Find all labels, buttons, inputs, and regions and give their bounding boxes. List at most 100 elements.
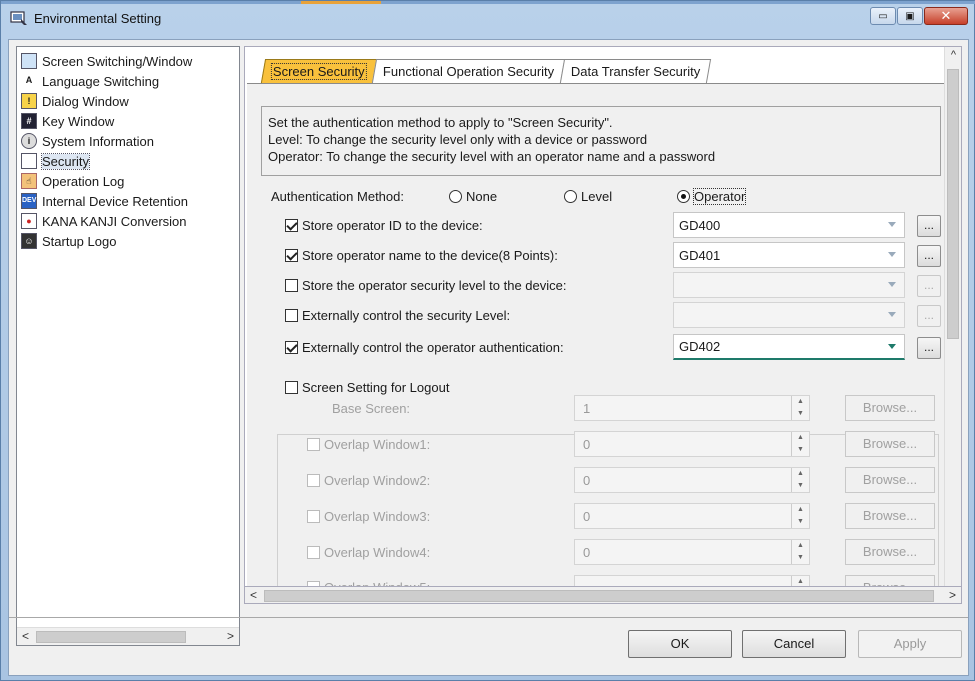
radio-none[interactable]: None (449, 189, 497, 204)
chevron-down-icon (888, 252, 896, 257)
store-operator-id-checkbox[interactable]: Store operator ID to the device: (285, 218, 483, 233)
close-button[interactable]: ✕ (924, 7, 968, 25)
spin-up-icon[interactable]: ▲ (791, 540, 809, 552)
radio-operator[interactable]: Operator (677, 188, 747, 205)
chevron-down-icon (888, 344, 896, 349)
chevron-down-icon (888, 222, 896, 227)
store-security-level-checkbox[interactable]: Store the operator security level to the… (285, 278, 566, 293)
operator-name-browse-button[interactable]: ... (917, 245, 941, 267)
title-bar[interactable]: Environmental Setting ▭ ▣ ✕ (1, 5, 975, 33)
button-separator (9, 617, 968, 618)
spin-up-icon[interactable]: ▲ (791, 396, 809, 408)
overlap-window2-spinner[interactable]: 0 ▲ ▼ (574, 467, 810, 493)
auth-method-label: Authentication Method: (271, 189, 404, 204)
panel-scroll-thumb[interactable] (947, 69, 959, 339)
tree-scroll-thumb[interactable] (36, 631, 186, 643)
maximize-button[interactable]: ▣ (897, 7, 923, 25)
spin-down-icon[interactable]: ▼ (791, 444, 809, 456)
spin-up-icon[interactable]: ▲ (791, 504, 809, 516)
settings-panel: Screen Security Functional Operation Sec… (244, 46, 962, 602)
tree-item-language-switching[interactable]: A Language Switching (21, 71, 159, 91)
operator-auth-device-combo[interactable]: GD402 (673, 334, 905, 360)
panel-vertical-scrollbar[interactable]: ^ v (944, 47, 961, 601)
tree-item-startup-logo[interactable]: ☺ Startup Logo (21, 231, 116, 251)
spin-up-icon[interactable]: ▲ (791, 468, 809, 480)
logout-screen-checkbox[interactable]: Screen Setting for Logout (285, 380, 454, 395)
tree-item-system-information[interactable]: i System Information (21, 131, 154, 151)
overlap-window2-checkbox[interactable]: Overlap Window2: (307, 473, 430, 488)
overlap-window1-checkbox[interactable]: Overlap Window1: (307, 437, 430, 452)
scroll-up-icon[interactable]: ^ (945, 47, 961, 64)
tree-item-dialog-window[interactable]: ! Dialog Window (21, 91, 129, 111)
spin-down-icon[interactable]: ▼ (791, 408, 809, 420)
gear-info-icon: i (21, 133, 37, 149)
external-security-level-checkbox[interactable]: Externally control the security Level: (285, 308, 510, 323)
operator-id-browse-button[interactable]: ... (917, 215, 941, 237)
keypad-icon: # (21, 113, 37, 129)
tree-item-operation-log[interactable]: ☝ Operation Log (21, 171, 124, 191)
maximize-icon: ▣ (905, 10, 915, 22)
store-operator-name-checkbox[interactable]: Store operator name to the device(8 Poin… (285, 248, 558, 263)
operator-id-device-combo[interactable]: GD400 (673, 212, 905, 238)
environmental-setting-window: Environmental Setting ▭ ▣ ✕ Screen Switc… (0, 0, 975, 681)
settings-app-icon (10, 11, 27, 25)
chevron-down-icon (888, 282, 896, 287)
tab-functional-operation-security[interactable]: Functional Operation Security (371, 59, 566, 83)
overlap-window2-browse-button[interactable]: Browse... (845, 467, 935, 493)
external-security-level-browse-button[interactable]: ... (917, 305, 941, 327)
screen-switch-icon (21, 53, 37, 69)
scroll-left-icon[interactable]: < (245, 587, 262, 604)
security-tabs: Screen Security Functional Operation Sec… (260, 59, 712, 83)
security-level-device-combo[interactable] (673, 272, 905, 298)
warning-icon: ! (21, 93, 37, 109)
settings-tree[interactable]: Screen Switching/Window A Language Switc… (16, 46, 240, 646)
spin-down-icon[interactable]: ▼ (791, 480, 809, 492)
operator-name-device-combo[interactable]: GD401 (673, 242, 905, 268)
security-level-browse-button[interactable]: ... (917, 275, 941, 297)
overlap-window3-checkbox[interactable]: Overlap Window3: (307, 509, 430, 524)
base-screen-browse-button[interactable]: Browse... (845, 395, 935, 421)
panel-horizontal-scrollbar[interactable]: < > (244, 586, 962, 604)
overlap-window4-checkbox[interactable]: Overlap Window4: (307, 545, 430, 560)
tree-item-key-window[interactable]: # Key Window (21, 111, 114, 131)
cancel-button[interactable]: Cancel (742, 630, 846, 658)
tab-screen-security[interactable]: Screen Security (260, 59, 377, 83)
tab-data-transfer-security[interactable]: Data Transfer Security (559, 59, 712, 83)
external-operator-auth-checkbox[interactable]: Externally control the operator authenti… (285, 340, 564, 355)
external-security-level-combo[interactable] (673, 302, 905, 328)
kana-icon: ● (21, 213, 37, 229)
overlap-window4-browse-button[interactable]: Browse... (845, 539, 935, 565)
base-screen-spinner[interactable]: 1 ▲ ▼ (574, 395, 810, 421)
spin-down-icon[interactable]: ▼ (791, 516, 809, 528)
tree-horizontal-scrollbar[interactable]: < > (17, 627, 239, 645)
spin-up-icon[interactable]: ▲ (791, 432, 809, 444)
language-icon: A (25, 75, 33, 85)
window-title: Environmental Setting (34, 11, 162, 26)
apply-button[interactable]: Apply (858, 630, 962, 658)
spin-down-icon[interactable]: ▼ (791, 552, 809, 564)
minimize-icon: ▭ (878, 10, 888, 22)
tree-item-security[interactable]: Security (21, 151, 90, 171)
overlap-window1-spinner[interactable]: 0 ▲ ▼ (574, 431, 810, 457)
hand-pointer-icon: ☝ (21, 173, 37, 189)
tab-content: Set the authentication method to apply t… (247, 83, 953, 601)
minimize-button[interactable]: ▭ (870, 7, 896, 25)
radio-level[interactable]: Level (564, 189, 612, 204)
overlap-window4-spinner[interactable]: 0 ▲ ▼ (574, 539, 810, 565)
dev-icon: DEV (21, 193, 37, 209)
overlap-window3-browse-button[interactable]: Browse... (845, 503, 935, 529)
chevron-down-icon (888, 312, 896, 317)
panel-hscroll-thumb[interactable] (264, 590, 934, 602)
ok-button[interactable]: OK (628, 630, 732, 658)
tree-item-kana-kanji[interactable]: ● KANA KANJI Conversion (21, 211, 187, 231)
scroll-right-icon[interactable]: > (222, 628, 239, 645)
overlap-window1-browse-button[interactable]: Browse... (845, 431, 935, 457)
tree-item-screen-switching[interactable]: Screen Switching/Window (21, 51, 192, 71)
scroll-left-icon[interactable]: < (17, 628, 34, 645)
description-box: Set the authentication method to apply t… (261, 106, 941, 176)
tree-item-internal-device-retention[interactable]: DEV Internal Device Retention (21, 191, 188, 211)
scroll-right-icon[interactable]: > (944, 587, 961, 604)
security-icon (21, 153, 37, 169)
operator-auth-browse-button[interactable]: ... (917, 337, 941, 359)
overlap-window3-spinner[interactable]: 0 ▲ ▼ (574, 503, 810, 529)
